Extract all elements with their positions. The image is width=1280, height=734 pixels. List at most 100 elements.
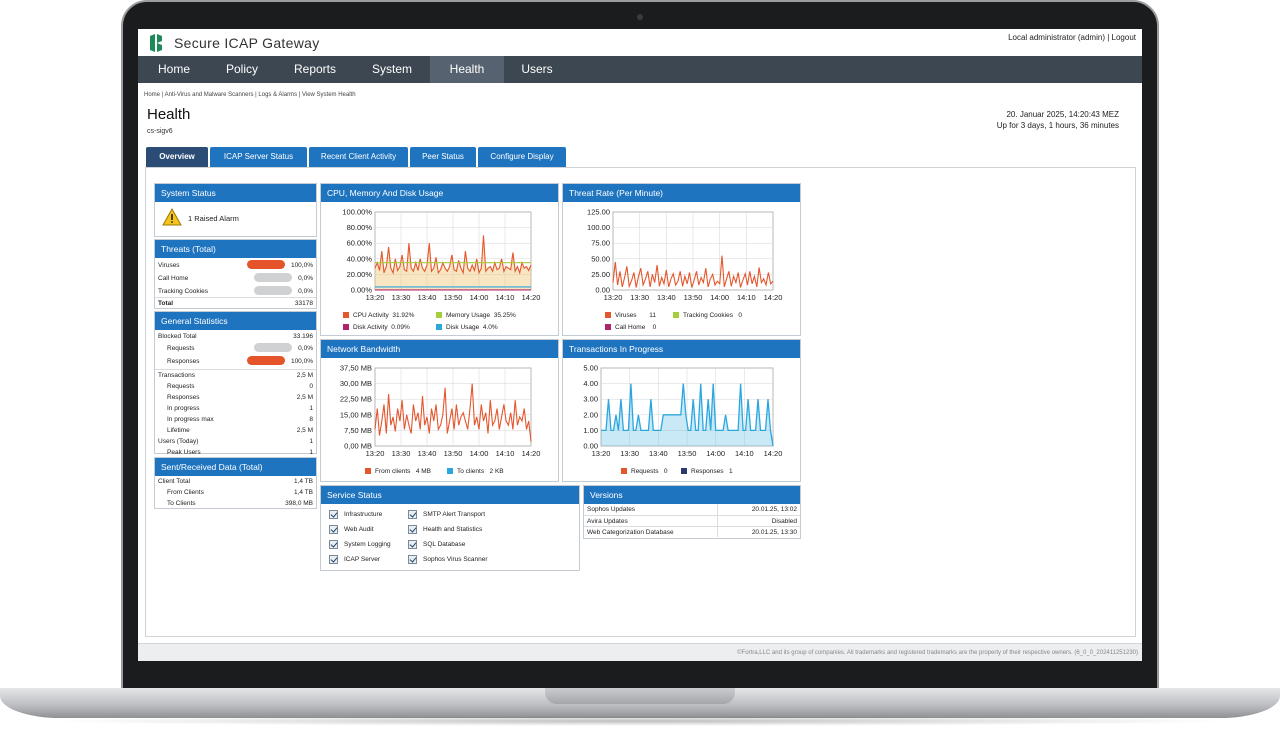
x-tick-label: 14:20 (764, 449, 783, 458)
nav-health[interactable]: Health (430, 56, 504, 83)
legend-call-home: Call Home 0 (605, 324, 656, 331)
stat-value: 33.196 (293, 333, 313, 340)
screen: Secure ICAP Gateway Local administrator … (138, 29, 1142, 661)
threat-row-tracking-cookies: Tracking Cookies 0,0% (155, 286, 316, 297)
stat-value: 1,4 TB (293, 489, 313, 496)
threat-label: Viruses (158, 262, 180, 269)
y-tick-label: 125.00 (587, 208, 610, 217)
nav-home[interactable]: Home (140, 56, 208, 83)
x-tick-label: 14:20 (522, 449, 541, 458)
stat-row: In progress 1 (155, 403, 316, 414)
threat-row-viruses: Viruses 100,0% (155, 260, 316, 271)
logout-link[interactable]: Logout (1112, 33, 1136, 42)
stat-label: Requests (167, 345, 195, 352)
service-item: SMTP Alert Transport (408, 508, 568, 523)
service-item: Sophos Virus Scanner (408, 553, 568, 568)
service-ok-check-icon (329, 509, 338, 519)
laptop-shadow (40, 716, 1240, 726)
threat-value: 100,0% (290, 262, 313, 269)
tab-peer-status[interactable]: Peer Status (410, 147, 476, 167)
nav-reports[interactable]: Reports (276, 56, 354, 83)
cpu-memory-disk-chart: 100.00%80.00%60.00%40.00%20.00%0.00%13:2… (342, 208, 541, 303)
tab-overview[interactable]: Overview (146, 147, 208, 167)
legend-responses: Responses 1 (681, 468, 733, 475)
version-value: 20.01.25, 13:02 (717, 504, 797, 515)
transactions-panel: Transactions In Progress 5.00 4.00 3.00 2.0… (562, 339, 801, 482)
user-links: Local administrator (admin) | Logout (1008, 33, 1136, 42)
stat-row: In progress max 8 (155, 414, 316, 425)
threat-label: Tracking Cookies (158, 288, 208, 295)
stat-value: 8 (309, 416, 313, 423)
x-tick-label: 13:50 (678, 449, 697, 458)
stat-label: Responses (167, 394, 200, 401)
user-account-link[interactable]: Local administrator (admin) (1008, 33, 1105, 42)
threat-value: 0,0% (298, 275, 313, 282)
y-tick-label: 25.00 (591, 270, 610, 279)
x-tick-label: 13:30 (392, 293, 411, 302)
nav-system[interactable]: System (354, 56, 430, 83)
x-tick-label: 13:40 (649, 449, 668, 458)
laptop-notch (545, 688, 735, 704)
legend-tracking-cookies: Tracking Cookies 0 (673, 312, 742, 319)
service-item: Health and Statistics (408, 523, 568, 538)
stat-row: Responses 2,5 M (155, 392, 316, 403)
service-status-title: Service Status (321, 486, 579, 504)
version-rows: Sophos Updates 20.01.25, 13:02 Avira Updat… (584, 504, 800, 537)
stat-label: Transactions (158, 372, 195, 379)
current-date: 20. Januar 2025, 14:20:43 MEZ (1006, 110, 1119, 119)
version-label: Web Categorization Database (587, 529, 674, 536)
threat-bar (246, 260, 285, 269)
stat-label: Users (Today) (158, 438, 199, 445)
stat-value: 0,0% (298, 345, 313, 352)
stat-row: Transactions 2,5 M (155, 370, 316, 381)
threat-rate-title: Threat Rate (Per Minute) (563, 184, 800, 202)
app-header: Secure ICAP Gateway Local administrator … (138, 29, 1142, 56)
service-ok-check-icon (408, 509, 417, 519)
system-status-title: System Status (155, 184, 316, 202)
stat-value: 398,0 MB (285, 500, 313, 507)
threat-row-call-home: Call Home 0,0% (155, 273, 316, 284)
stat-row: Requests 0 (155, 381, 316, 392)
x-tick-label: 13:30 (620, 449, 639, 458)
x-tick-label: 13:50 (444, 293, 463, 302)
stat-label: Blocked Total (158, 333, 197, 340)
transactions-title: Transactions In Progress (563, 340, 800, 358)
stat-value: 2,5 M (296, 372, 313, 379)
network-bandwidth-chart: 37,50 MB30,00 MB22,50 MB15,00 MB7,50 MB0… (340, 364, 541, 459)
y-tick-label: 22,50 MB (340, 395, 372, 404)
tab-icap-server-status[interactable]: ICAP Server Status (210, 147, 307, 167)
service-list-left: Infrastructure Web Audit System Logging ICA… (329, 508, 409, 568)
alarm-row[interactable]: 1 Raised Alarm (155, 202, 316, 236)
nav-policy[interactable]: Policy (208, 56, 276, 83)
y-tick-label: 15,00 MB (340, 410, 372, 419)
service-name: Sophos Virus Scanner (423, 556, 488, 563)
versions-title: Versions (584, 486, 800, 504)
tab-configure-display[interactable]: Configure Display (478, 147, 566, 167)
tab-recent-client-activity[interactable]: Recent Client Activity (309, 147, 408, 167)
stat-bar (254, 343, 293, 352)
versions-panel: Versions Sophos Updates 20.01.25, 13:02 Av… (583, 485, 801, 539)
stat-row: Client Total 1,4 TB (155, 476, 316, 487)
x-tick-label: 13:30 (392, 449, 411, 458)
service-name: SMTP Alert Transport (423, 511, 486, 518)
legend-to-clients: To clients 2 KB (447, 468, 504, 475)
sent-received-panel: Sent/Received Data (Total) Client Total 1… (154, 457, 317, 509)
threat-bar (254, 273, 293, 282)
breadcrumb[interactable]: Home | Anti-Virus and Malware Scanners |… (144, 92, 356, 98)
threat-total-row: Total 33178 (155, 297, 316, 308)
stat-value: 2,5 M (296, 427, 313, 434)
threat-label: Call Home (158, 275, 189, 282)
nav-users[interactable]: Users (504, 56, 570, 83)
stat-row: From Clients 1,4 TB (155, 487, 316, 498)
x-tick-label: 14:20 (522, 293, 541, 302)
cpu-memory-disk-panel: CPU, Memory And Disk Usage 100.00% 80.00%… (320, 183, 559, 336)
network-bandwidth-panel: Network Bandwidth 37,50 MB 30,00 MB 22,50 … (320, 339, 559, 482)
stat-value: 1,4 TB (293, 478, 313, 485)
sent-rows: Client Total 1,4 TB From Clients 1,4 TB To C… (155, 476, 316, 509)
threat-total-value: 33178 (294, 300, 313, 307)
network-bandwidth-title: Network Bandwidth (321, 340, 558, 358)
y-tick-label: 5.00 (583, 364, 598, 373)
x-tick-label: 14:00 (710, 293, 729, 302)
service-name: Health and Statistics (423, 526, 483, 533)
stat-label: From Clients (167, 489, 204, 496)
